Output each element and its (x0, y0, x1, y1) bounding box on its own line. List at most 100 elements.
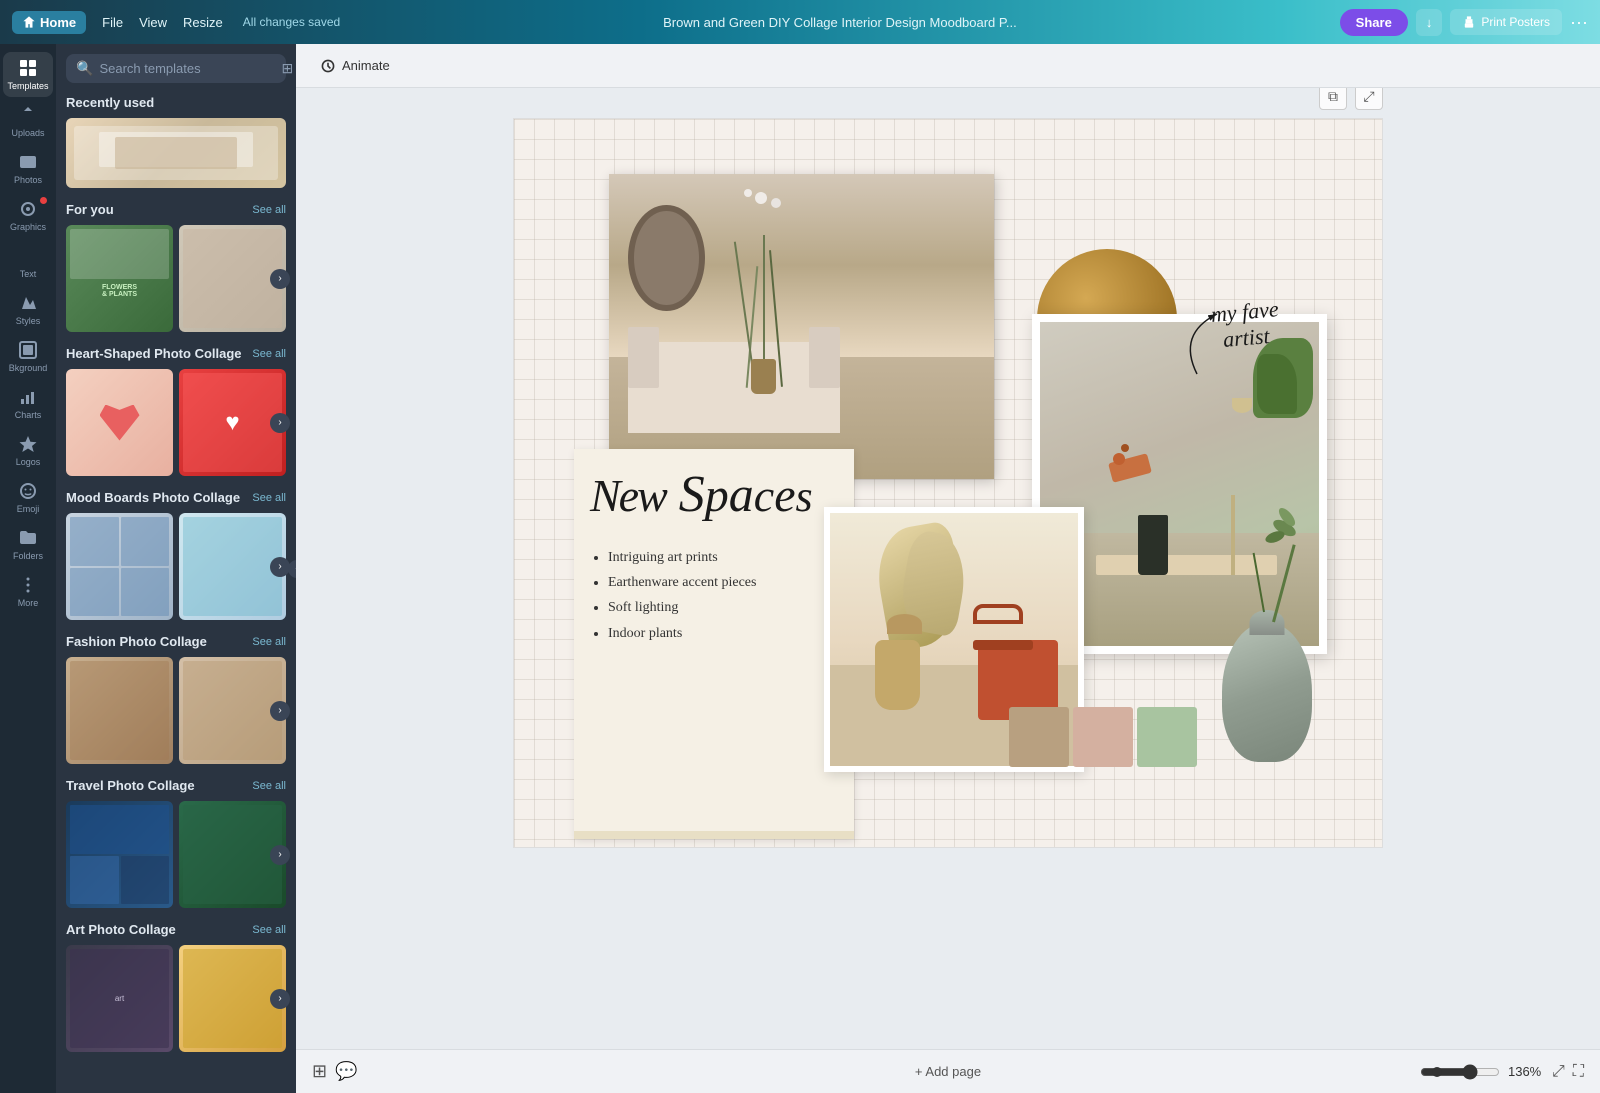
recently-used-template[interactable] (66, 118, 286, 188)
for-you-see-all[interactable]: See all (252, 204, 286, 216)
home-button[interactable]: Home (12, 11, 86, 34)
mood-boards-header: Mood Boards Photo Collage See all (66, 490, 286, 505)
background-label: Bkground (9, 363, 48, 373)
mood-template-1[interactable] (66, 513, 173, 620)
bullet-2: Earthenware accent pieces (608, 570, 838, 595)
text-section: New Spaces Intriguing art prints Earthen… (574, 449, 854, 839)
grid-view-button[interactable]: ⊞ (312, 1061, 327, 1082)
vase-decoration (1207, 562, 1327, 762)
sidebar-item-folders[interactable]: Folders (3, 522, 53, 567)
heart-shaped-see-all[interactable]: See all (252, 348, 286, 360)
canvas-area: Animate ⧉ ⤢ (296, 44, 1600, 1093)
share-button[interactable]: Share (1340, 9, 1408, 36)
search-bar: 🔍 ⊞ (66, 54, 286, 83)
logos-label: Logos (16, 457, 41, 467)
moodboard[interactable]: New Spaces Intriguing art prints Earthen… (513, 118, 1383, 848)
expand-icon[interactable]: ⤢ (1355, 88, 1383, 110)
moodboard-heading: New Spaces (590, 469, 838, 521)
notes-button[interactable]: 💬 (335, 1061, 357, 1082)
sidebar-item-logos[interactable]: Logos (3, 428, 53, 473)
script-annotation: my fave artist (1157, 294, 1317, 394)
art-title: Art Photo Collage (66, 922, 176, 937)
art-grid: art › (66, 945, 286, 1052)
sidebar-item-graphics[interactable]: Graphics (3, 193, 53, 238)
sidebar-item-emoji[interactable]: Emoji (3, 475, 53, 520)
for-you-nav-arrow[interactable]: › (270, 269, 290, 289)
heart-template-1[interactable] (66, 369, 173, 476)
copy-icon[interactable]: ⧉ (1319, 88, 1347, 110)
background-icon (18, 340, 38, 360)
heart-nav-arrow[interactable]: › (270, 413, 290, 433)
recently-used-header: Recently used (66, 95, 286, 110)
travel-nav-arrow[interactable]: › (270, 845, 290, 865)
left-sidebar: Templates Uploads Photos Graphics Text S… (0, 44, 56, 1093)
download-button[interactable]: ↓ (1416, 9, 1443, 36)
filter-icon[interactable]: ⊞ (281, 60, 293, 77)
uploads-label: Uploads (11, 128, 44, 138)
bottom-bar: ⊞ 💬 + Add page 136% ⤢ ⛶ (296, 1049, 1600, 1093)
search-input[interactable] (99, 61, 275, 76)
animate-label: Animate (342, 58, 390, 73)
more-options-button[interactable]: ··· (1570, 12, 1588, 33)
menu-view[interactable]: View (139, 15, 167, 30)
sidebar-item-templates[interactable]: Templates (3, 52, 53, 97)
fit-to-screen-button[interactable]: ⤢ (1552, 1063, 1565, 1081)
more-icon (18, 575, 38, 595)
art-see-all[interactable]: See all (252, 924, 286, 936)
sidebar-item-uploads[interactable]: Uploads (3, 99, 53, 144)
add-page-button[interactable]: + Add page (915, 1064, 981, 1079)
photos-label: Photos (14, 175, 42, 185)
graphics-icon (18, 199, 38, 219)
sidebar-item-charts[interactable]: Charts (3, 381, 53, 426)
travel-see-all[interactable]: See all (252, 780, 286, 792)
canvas-toolbar: Animate (296, 44, 1600, 88)
fashion-see-all[interactable]: See all (252, 636, 286, 648)
templates-panel: 🔍 ⊞ Recently used For you See all FLOWER… (56, 44, 296, 1093)
saved-status: All changes saved (243, 15, 340, 29)
mood-boards-grid: › (66, 513, 286, 620)
fashion-nav-arrow[interactable]: › (270, 701, 290, 721)
home-label: Home (40, 15, 76, 30)
fashion-header: Fashion Photo Collage See all (66, 634, 286, 649)
topbar-right-actions: Share ↓ Print Posters ··· (1340, 9, 1588, 36)
logos-icon (18, 434, 38, 454)
bottom-left-buttons: ⊞ 💬 (312, 1061, 358, 1082)
sidebar-item-background[interactable]: Bkground (3, 334, 53, 379)
sidebar-item-text[interactable]: Text (3, 240, 53, 285)
art-template-1[interactable]: art (66, 945, 173, 1052)
for-you-header: For you See all (66, 202, 286, 217)
menu-file[interactable]: File (102, 15, 123, 30)
document-title: Brown and Green DIY Collage Interior Des… (356, 15, 1323, 30)
zoom-slider-container (1420, 1064, 1500, 1080)
canvas-controls: ⧉ ⤢ (1319, 88, 1383, 110)
sidebar-item-styles[interactable]: Styles (3, 287, 53, 332)
for-you-grid: FLOWERS& PLANTS › (66, 225, 286, 332)
mood-nav-arrow[interactable]: › (270, 557, 290, 577)
fullscreen-button[interactable]: ⛶ (1573, 1063, 1584, 1081)
travel-grid: › (66, 801, 286, 908)
fashion-template-1[interactable] (66, 657, 173, 764)
more-label: More (18, 598, 39, 608)
canvas-scroll[interactable]: ⧉ ⤢ (296, 88, 1600, 1049)
sidebar-item-more[interactable]: More (3, 569, 53, 614)
panel-collapse-button[interactable]: ‹ (288, 560, 296, 578)
graphics-label: Graphics (10, 222, 46, 232)
color-swatches (1009, 707, 1197, 767)
print-button[interactable]: Print Posters (1450, 9, 1562, 35)
art-nav-arrow[interactable]: › (270, 989, 290, 1009)
styles-icon (18, 293, 38, 313)
print-label: Print Posters (1481, 15, 1550, 29)
fashion-grid: › (66, 657, 286, 764)
photos-icon (18, 152, 38, 172)
mood-boards-see-all[interactable]: See all (252, 492, 286, 504)
swatch-blush (1073, 707, 1133, 767)
animate-button[interactable]: Animate (312, 54, 398, 78)
menu-resize[interactable]: Resize (183, 15, 223, 30)
for-you-template-1[interactable]: FLOWERS& PLANTS (66, 225, 173, 332)
art-header: Art Photo Collage See all (66, 922, 286, 937)
swatch-sage (1137, 707, 1197, 767)
sidebar-item-photos[interactable]: Photos (3, 146, 53, 191)
travel-template-1[interactable] (66, 801, 173, 908)
travel-header: Travel Photo Collage See all (66, 778, 286, 793)
heart-shaped-grid: ♥ › (66, 369, 286, 476)
